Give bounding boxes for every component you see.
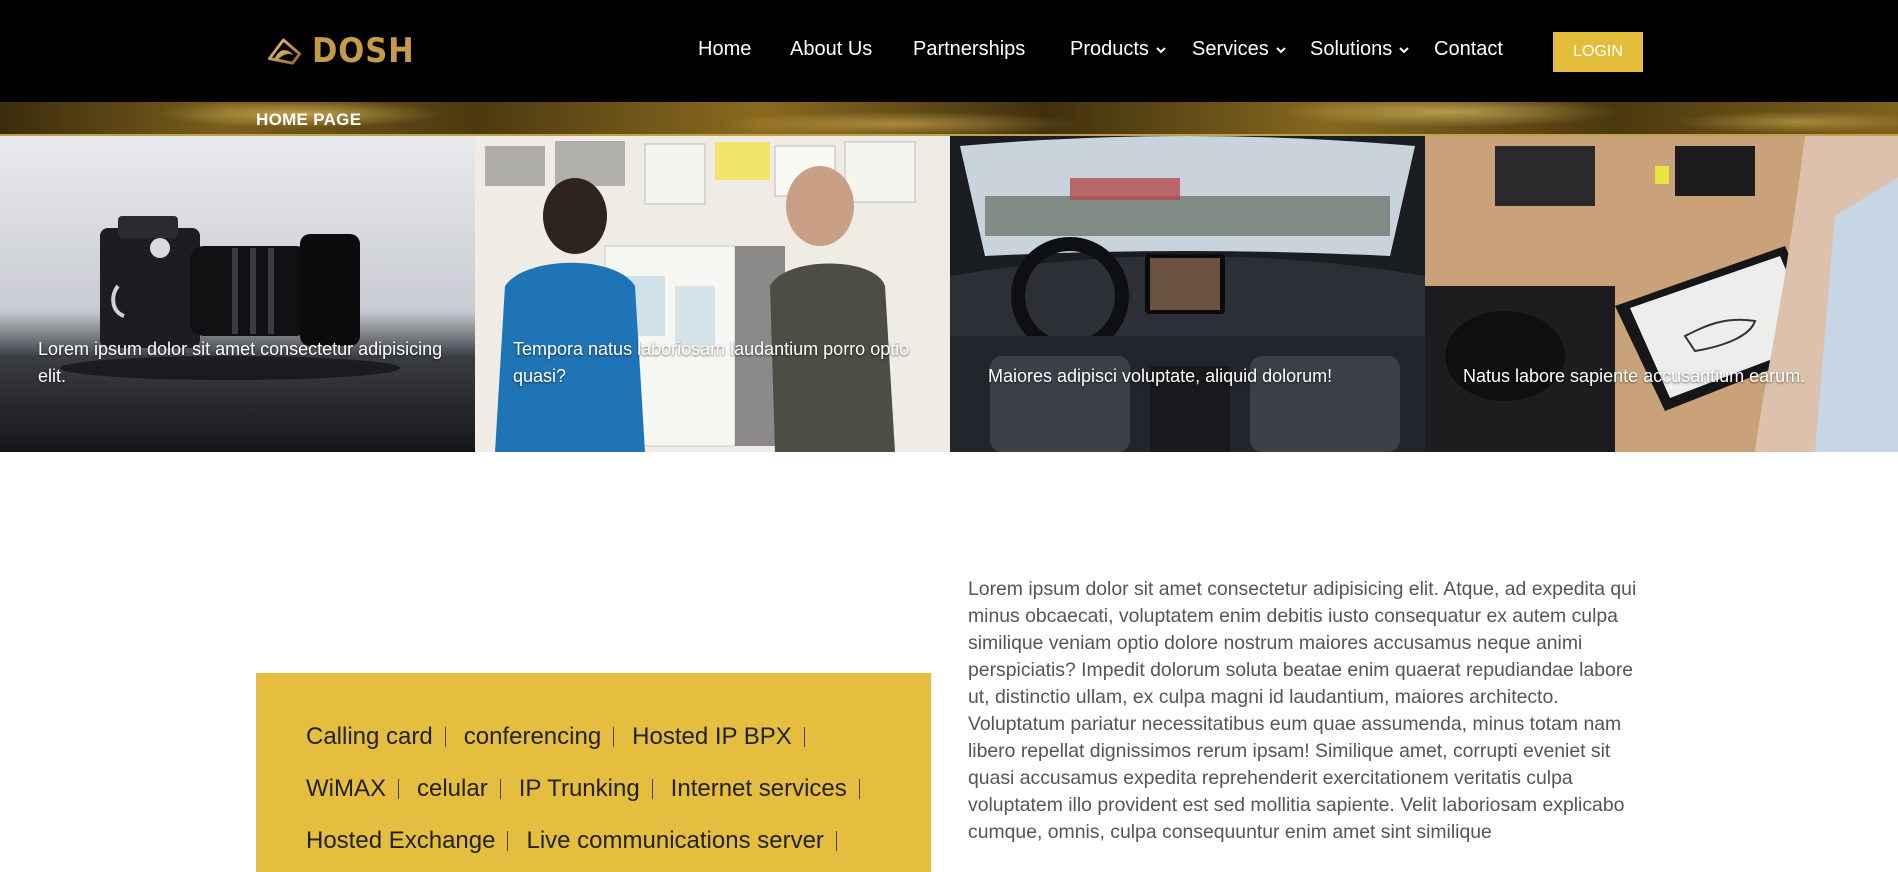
divider xyxy=(507,831,509,851)
car-interior-photo xyxy=(950,136,1425,452)
service-item[interactable]: WiMAX xyxy=(306,773,417,805)
service-label: Internet services xyxy=(670,775,847,802)
feature-tile[interactable]: Maiores adipisci voluptate, aliquid dolo… xyxy=(950,136,1425,452)
service-item[interactable]: conferencing xyxy=(464,721,632,753)
nav-products-label: Products xyxy=(1070,38,1149,60)
nav-services[interactable]: Services xyxy=(1192,38,1287,61)
service-label: IP Trunking xyxy=(518,775,640,802)
service-label: WiMAX xyxy=(306,775,386,802)
feature-tiles: Lorem ipsum dolor sit amet consectetur a… xyxy=(0,136,1898,452)
feature-tile[interactable]: Tempora natus laboriosam laudantium porr… xyxy=(475,136,950,452)
nav-home[interactable]: Home xyxy=(698,38,751,61)
nav-services-label: Services xyxy=(1192,38,1269,60)
service-label: Live communications server xyxy=(526,827,824,854)
service-label: Hosted Exchange xyxy=(306,827,496,854)
divider xyxy=(858,779,860,799)
nav-about-us[interactable]: About Us xyxy=(790,38,872,61)
site-header: DOSH Home About Us Partnerships Products… xyxy=(0,0,1898,102)
nav-products[interactable]: Products xyxy=(1070,38,1167,61)
service-label: Hosted IP BPX xyxy=(632,723,792,750)
tile-caption: Tempora natus laboriosam laudantium porr… xyxy=(513,339,910,386)
service-item[interactable]: Live communications server xyxy=(526,825,854,857)
intro-paragraph: Lorem ipsum dolor sit amet consectetur a… xyxy=(968,578,1637,843)
tile-caption: Maiores adipisci voluptate, aliquid dolo… xyxy=(988,366,1333,386)
service-label: Calling card xyxy=(306,723,433,750)
services-list: Calling card conferencing Hosted IP BPX … xyxy=(306,721,916,857)
tablet-sketching-photo xyxy=(1425,136,1898,452)
chevron-down-icon xyxy=(1399,46,1409,53)
divider xyxy=(651,779,653,799)
tile-caption: Lorem ipsum dolor sit amet consectetur a… xyxy=(38,339,443,386)
page-title-band: HOME PAGE xyxy=(0,102,1898,136)
chevron-down-icon xyxy=(1275,46,1286,53)
service-item[interactable]: celular xyxy=(417,773,519,805)
divider xyxy=(803,727,805,747)
tile-caption: Natus labore sapiente accusantium earum. xyxy=(1463,366,1806,386)
service-item[interactable]: Calling card xyxy=(306,721,464,753)
login-button[interactable]: LOGIN xyxy=(1553,32,1643,72)
service-item[interactable]: Hosted IP BPX xyxy=(632,721,823,753)
service-label: celular xyxy=(417,775,488,802)
service-item[interactable]: Hosted Exchange xyxy=(306,825,526,857)
nav-solutions-label: Solutions xyxy=(1310,38,1393,60)
page-title: HOME PAGE xyxy=(256,110,362,129)
camera-photo xyxy=(0,136,475,452)
divider xyxy=(444,727,446,747)
services-panel: Calling card conferencing Hosted IP BPX … xyxy=(256,673,931,872)
chevron-down-icon xyxy=(1156,46,1166,53)
nav-solutions[interactable]: Solutions xyxy=(1310,38,1410,61)
nav-contact[interactable]: Contact xyxy=(1434,38,1503,61)
feature-tile[interactable]: Natus labore sapiente accusantium earum. xyxy=(1425,136,1898,452)
designers-at-board-photo xyxy=(475,136,950,452)
divider xyxy=(499,779,501,799)
divider xyxy=(835,831,837,851)
nav-partnerships[interactable]: Partnerships xyxy=(913,38,1025,61)
feature-tile[interactable]: Lorem ipsum dolor sit amet consectetur a… xyxy=(0,136,475,452)
service-label: conferencing xyxy=(463,723,602,750)
service-item[interactable]: Internet services xyxy=(671,773,878,805)
divider xyxy=(613,727,615,747)
service-item[interactable]: IP Trunking xyxy=(519,773,671,805)
divider xyxy=(398,779,399,799)
